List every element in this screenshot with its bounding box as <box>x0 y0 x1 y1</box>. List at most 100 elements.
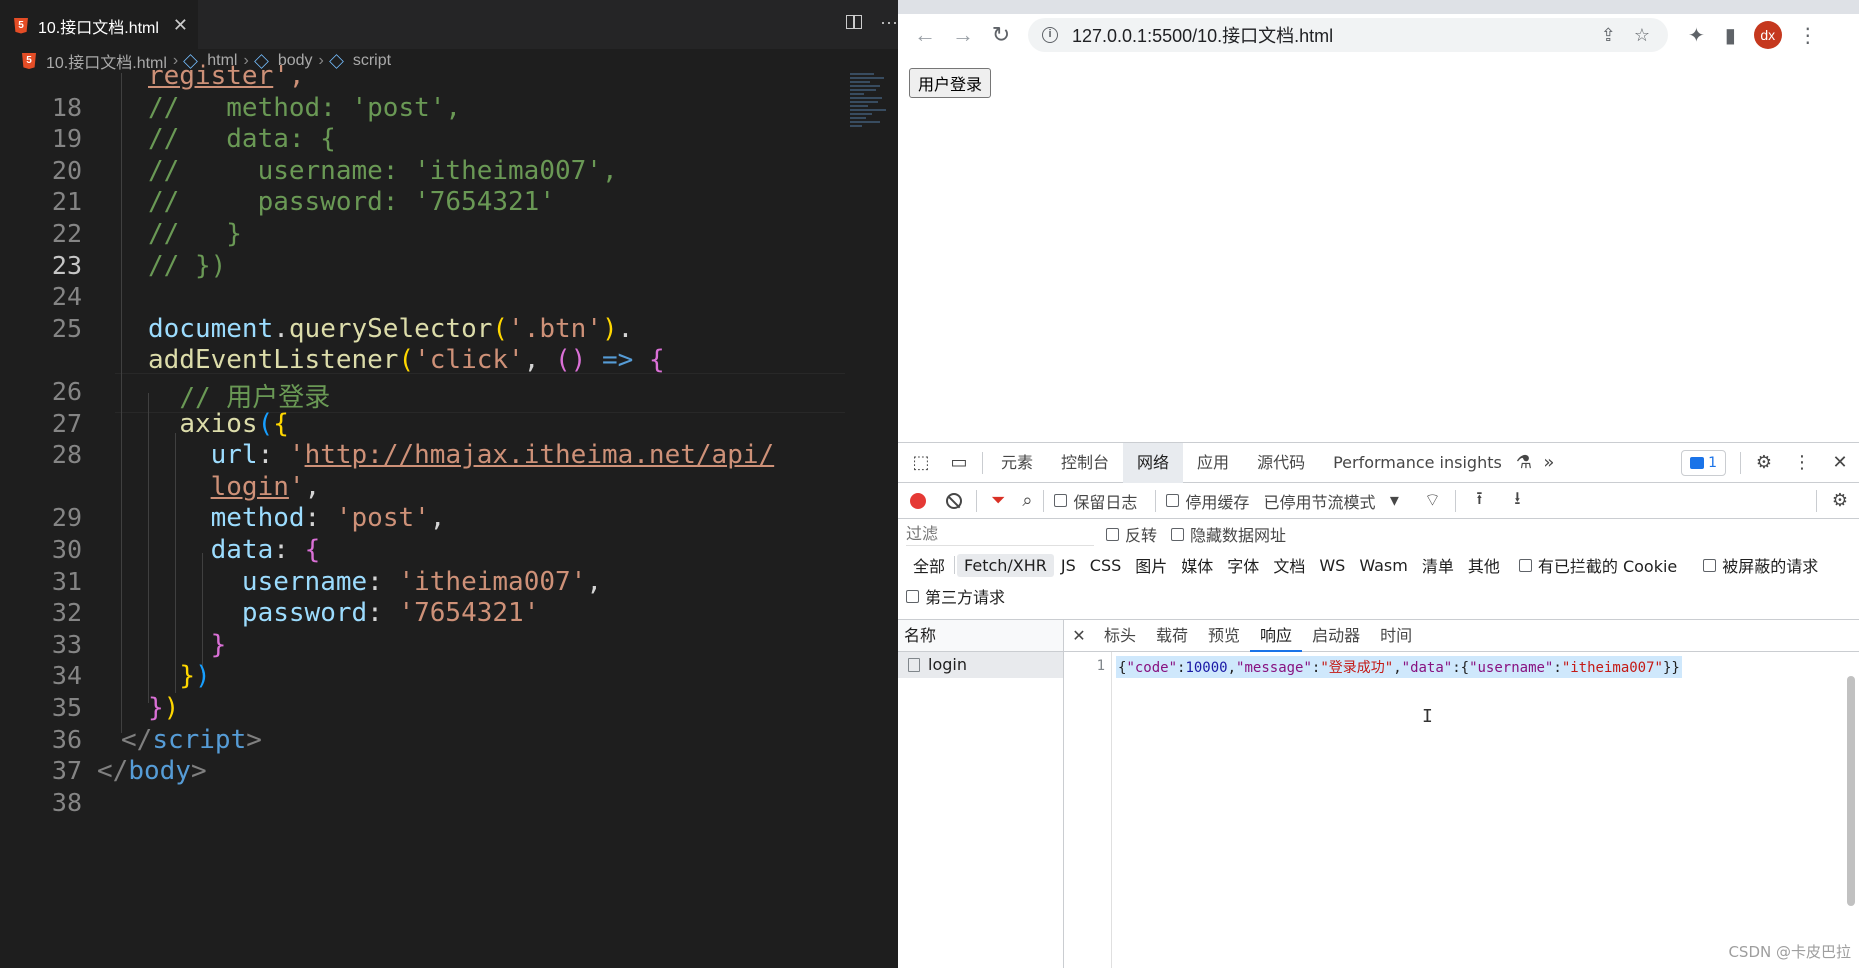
column-header-name[interactable]: 名称 <box>898 620 1063 652</box>
request-list: 名称 login <box>898 619 1064 968</box>
tab-application[interactable]: 应用 <box>1183 443 1243 483</box>
type-filter-8[interactable]: WS <box>1312 554 1352 577</box>
close-icon[interactable]: ✕ <box>1821 452 1859 473</box>
breadcrumb-script[interactable]: script <box>353 52 391 70</box>
tab-payload[interactable]: 载荷 <box>1146 620 1198 652</box>
tab-sources[interactable]: 源代码 <box>1243 443 1319 483</box>
third-party-checkbox[interactable]: 第三方请求 <box>906 584 1005 608</box>
tab-response[interactable]: 响应 <box>1250 620 1303 652</box>
line-number: 22 <box>51 219 82 248</box>
filter-input[interactable] <box>906 522 1094 546</box>
issues-badge[interactable]: 1 <box>1681 449 1726 476</box>
reload-icon[interactable]: ↻ <box>982 22 1020 48</box>
line-number: 27 <box>51 408 82 438</box>
line-number: 19 <box>51 124 82 154</box>
line-number: 38 <box>51 787 82 817</box>
minimap[interactable] <box>850 73 894 173</box>
network-conditions-icon[interactable]: ⌔ <box>1413 489 1451 512</box>
vertical-scrollbar[interactable] <box>1845 658 1855 958</box>
breadcrumb: 5 10.接口文档.html › html › body › script <box>0 49 898 73</box>
type-filter-2[interactable]: JS <box>1054 554 1083 577</box>
gear-icon[interactable]: ⚙ <box>1745 452 1783 473</box>
html5-icon: 5 <box>14 17 28 34</box>
type-filter-11[interactable]: 其他 <box>1461 551 1507 579</box>
back-arrow-icon[interactable]: ← <box>906 22 944 48</box>
split-editor-icon[interactable] <box>846 15 863 29</box>
html5-icon: 5 <box>22 53 36 69</box>
type-filter-6[interactable]: 字体 <box>1220 551 1266 579</box>
hide-data-urls-checkbox[interactable]: 隐藏数据网址 <box>1171 522 1286 546</box>
code-line: </script> <box>121 724 262 755</box>
type-filter-9[interactable]: Wasm <box>1352 554 1415 577</box>
type-filter-5[interactable]: 媒体 <box>1174 551 1220 579</box>
side-panel-icon[interactable]: ▮ <box>1725 23 1736 48</box>
tab-preview[interactable]: 预览 <box>1198 620 1250 652</box>
record-button[interactable] <box>910 492 926 509</box>
inspect-element-icon[interactable]: ⬚ <box>902 452 940 473</box>
type-filter-1[interactable]: Fetch/XHR <box>957 553 1054 577</box>
user-login-button[interactable]: 用户登录 <box>909 68 992 98</box>
clear-icon[interactable] <box>946 492 962 509</box>
blocked-cookies-checkbox[interactable]: 有已拦截的 Cookie <box>1518 553 1677 577</box>
kebab-menu-icon[interactable]: ⋮ <box>1798 23 1818 48</box>
line-number: 18 <box>51 92 82 122</box>
blocked-requests-checkbox[interactable]: 被屏蔽的请求 <box>1703 553 1818 577</box>
close-icon[interactable]: ✕ <box>173 15 188 36</box>
type-filter-0[interactable]: 全部 <box>906 551 952 579</box>
kebab-menu-icon[interactable]: ⋮ <box>1783 452 1821 473</box>
address-url[interactable]: 127.0.0.1:5500/10.接口文档.html <box>1072 22 1333 48</box>
response-body[interactable]: {"code":10000,"message":"登录成功","data":{"… <box>1116 656 1682 678</box>
chevron-down-icon[interactable]: ▾ <box>1375 490 1413 511</box>
address-bar[interactable]: i 127.0.0.1:5500/10.接口文档.html ⇪ ☆ <box>1028 18 1668 52</box>
code-line: register', <box>148 61 305 91</box>
device-toggle-icon[interactable]: ▭ <box>940 452 978 473</box>
throttling-select[interactable]: 已停用节流模式 <box>1263 489 1375 513</box>
tab-network[interactable]: 网络 <box>1123 442 1184 483</box>
line-number: 30 <box>51 535 82 564</box>
third-party-row: 第三方请求 <box>906 581 1019 611</box>
tab-headers[interactable]: 标头 <box>1094 620 1146 652</box>
devtools-tab-bar: ⬚ ▭ 元素 控制台 网络 应用 源代码 Performance insight… <box>898 442 1859 483</box>
export-har-icon[interactable]: ⭳ <box>1498 486 1536 516</box>
type-filter-3[interactable]: CSS <box>1083 554 1128 577</box>
forward-arrow-icon[interactable]: → <box>944 22 982 48</box>
code-line: // }) <box>148 250 227 281</box>
invert-checkbox[interactable]: 反转 <box>1106 522 1157 546</box>
extensions-puzzle-icon[interactable]: ✦ <box>1688 23 1705 48</box>
element-icon <box>328 53 344 69</box>
request-detail-panel: ✕ 标头 载荷 预览 响应 启动器 时间 1 {"code":10000,"me… <box>1064 619 1859 968</box>
import-har-icon[interactable]: ⭱ <box>1460 486 1498 516</box>
share-icon[interactable]: ⇪ <box>1601 25 1616 46</box>
editor-tab-active[interactable]: 5 10.接口文档.html ✕ <box>0 0 198 49</box>
star-icon[interactable]: ☆ <box>1634 25 1650 46</box>
code-editor[interactable]: register', 18 // method: 'post', 19 // data:… <box>0 61 898 968</box>
network-settings-gear-icon[interactable]: ⚙ <box>1821 490 1859 511</box>
line-number: 28 <box>51 440 82 470</box>
line-number: 36 <box>51 724 82 754</box>
code-line: addEventListener('click', () => { <box>148 345 665 376</box>
preserve-log-checkbox[interactable]: 保留日志 <box>1054 489 1137 513</box>
tab-initiator[interactable]: 启动器 <box>1302 620 1370 652</box>
disable-cache-checkbox[interactable]: 停用缓存 <box>1166 489 1249 513</box>
info-icon[interactable]: i <box>1042 27 1058 43</box>
code-line: password: '7654321' <box>241 598 540 629</box>
response-viewer[interactable]: 1 {"code":10000,"message":"登录成功","data":… <box>1064 652 1859 968</box>
type-filter-10[interactable]: 清单 <box>1415 551 1461 579</box>
code-line: }) <box>148 693 180 723</box>
avatar[interactable]: dx <box>1753 21 1782 49</box>
tab-timing[interactable]: 时间 <box>1370 620 1422 652</box>
type-filter-7[interactable]: 文档 <box>1266 551 1312 579</box>
tab-elements[interactable]: 元素 <box>987 443 1047 483</box>
list-item[interactable]: login <box>898 652 1063 678</box>
close-icon[interactable]: ✕ <box>1064 626 1094 645</box>
more-actions-icon[interactable]: ··· <box>880 12 898 33</box>
type-filter-4[interactable]: 图片 <box>1128 551 1174 579</box>
code-line: }) <box>179 661 211 692</box>
tab-performance-insights[interactable]: Performance insights <box>1319 443 1516 483</box>
filter-icon[interactable]: ⏷ <box>991 490 1005 511</box>
more-tabs-icon[interactable]: » <box>1530 452 1568 473</box>
code-line: // username: 'itheima007', <box>148 155 618 186</box>
line-number: 37 <box>51 756 82 786</box>
search-icon[interactable]: ⌕ <box>1015 490 1039 511</box>
tab-console[interactable]: 控制台 <box>1047 443 1123 483</box>
